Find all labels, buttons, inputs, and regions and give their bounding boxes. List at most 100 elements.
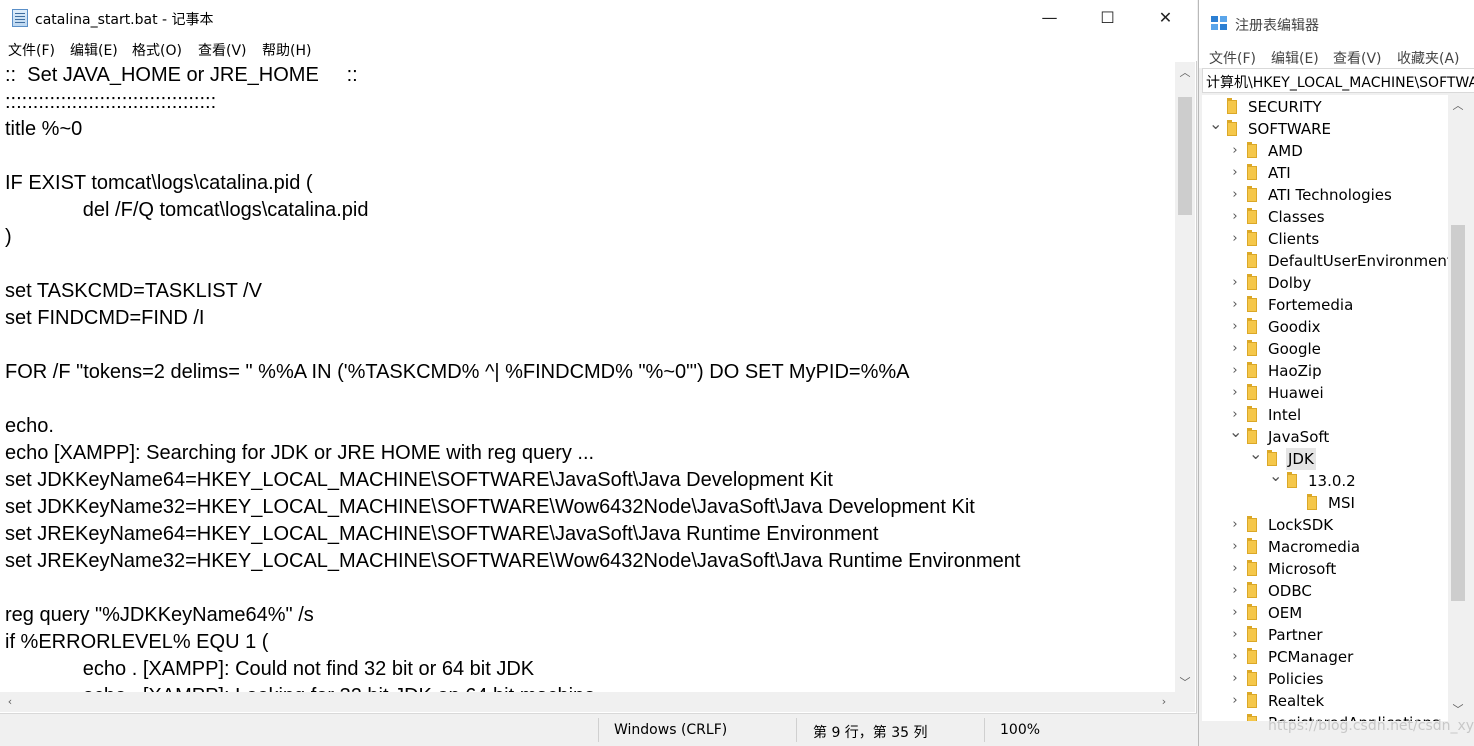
menu-view[interactable]: 查看(V) (198, 40, 247, 60)
text-line[interactable]: del /F/Q tomcat\logs\catalina.pid (5, 197, 369, 224)
tree-node[interactable]: › Huawei (1202, 382, 1448, 404)
text-line[interactable]: set JREKeyName64=HKEY_LOCAL_MACHINE\SOFT… (5, 521, 878, 548)
tree-node[interactable]: › LockSDK (1202, 514, 1448, 536)
expand-chevron-icon[interactable]: › (1229, 340, 1241, 358)
scroll-up-arrow-icon[interactable]: ︿ (1175, 64, 1195, 80)
minimize-button[interactable]: — (1020, 0, 1079, 36)
horizontal-scrollbar[interactable]: ‹ › (0, 692, 1175, 712)
collapse-chevron-icon[interactable]: ⌄ (1229, 423, 1242, 441)
tree-node[interactable]: ⌄ JavaSoft (1202, 423, 1448, 448)
tree-node[interactable]: SECURITY (1202, 96, 1448, 118)
text-line[interactable]: if %ERRORLEVEL% EQU 1 ( (5, 629, 268, 656)
expand-chevron-icon[interactable]: › (1229, 538, 1241, 556)
menu-help[interactable]: 帮助(H) (262, 40, 311, 60)
tree-node[interactable]: › OEM (1202, 602, 1448, 624)
maximize-button[interactable]: ☐ (1078, 0, 1137, 36)
tree-node[interactable]: ⌄ SOFTWARE (1202, 115, 1448, 140)
expand-chevron-icon[interactable]: › (1229, 230, 1241, 248)
collapse-chevron-icon[interactable]: ⌄ (1249, 445, 1262, 463)
expand-chevron-icon[interactable]: › (1229, 142, 1241, 160)
tree-node[interactable]: ⌄ 13.0.2 (1202, 467, 1448, 492)
text-line[interactable]: set FINDCMD=FIND /I (5, 305, 204, 332)
tree-node-label: Huawei (1268, 384, 1324, 402)
expand-chevron-icon[interactable]: › (1229, 296, 1241, 314)
menu-file[interactable]: 文件(F) (8, 40, 55, 60)
expand-chevron-icon[interactable]: › (1229, 670, 1241, 688)
tree-node[interactable]: › Realtek (1202, 690, 1448, 712)
text-line[interactable]: echo . [XAMPP]: Looking for 32 bit JDK o… (5, 683, 596, 692)
tree-node[interactable]: › Goodix (1202, 316, 1448, 338)
tree-vertical-scrollbar[interactable]: ︿ ﹀ (1448, 95, 1468, 721)
text-line[interactable]: reg query "%JDKKeyName64%" /s (5, 602, 314, 629)
text-line[interactable]: title %~0 (5, 116, 82, 143)
expand-chevron-icon[interactable]: › (1229, 318, 1241, 336)
tree-node[interactable]: › Dolby (1202, 272, 1448, 294)
regedit-menu-file[interactable]: 文件(F) (1209, 48, 1256, 68)
tree-scroll-down-arrow-icon[interactable]: ﹀ (1448, 701, 1468, 717)
scroll-right-arrow-icon[interactable]: › (1154, 695, 1174, 708)
text-line[interactable]: echo. (5, 413, 54, 440)
regedit-menu-favorites[interactable]: 收藏夹(A) (1397, 48, 1460, 68)
text-line[interactable]: IF EXIST tomcat\logs\catalina.pid ( (5, 170, 313, 197)
text-line[interactable]: set TASKCMD=TASKLIST /V (5, 278, 262, 305)
expand-chevron-icon[interactable]: › (1229, 516, 1241, 534)
tree-node[interactable]: ⌄ JDK (1202, 445, 1448, 470)
tree-node[interactable]: › PCManager (1202, 646, 1448, 668)
expand-chevron-icon[interactable]: › (1229, 274, 1241, 292)
text-line[interactable]: echo [XAMPP]: Searching for JDK or JRE H… (5, 440, 594, 467)
expand-chevron-icon[interactable]: › (1229, 648, 1241, 666)
text-line[interactable]: :: Set JAVA_HOME or JRE_HOME :: (5, 62, 358, 89)
tree-scroll-up-arrow-icon[interactable]: ︿ (1448, 97, 1468, 113)
tree-node[interactable]: › ODBC (1202, 580, 1448, 602)
expand-chevron-icon[interactable]: › (1229, 208, 1241, 226)
tree-vertical-scroll-thumb[interactable] (1451, 225, 1465, 601)
expand-chevron-icon[interactable]: › (1229, 560, 1241, 578)
tree-node[interactable]: › ATI (1202, 162, 1448, 184)
text-line[interactable]: set JREKeyName32=HKEY_LOCAL_MACHINE\SOFT… (5, 548, 1020, 575)
expand-chevron-icon[interactable]: › (1229, 692, 1241, 710)
regedit-menu-view[interactable]: 查看(V) (1333, 48, 1382, 68)
scroll-left-arrow-icon[interactable]: ‹ (0, 695, 20, 708)
expand-chevron-icon[interactable]: › (1229, 362, 1241, 380)
tree-node[interactable]: › Macromedia (1202, 536, 1448, 558)
vertical-scroll-thumb[interactable] (1178, 97, 1192, 215)
notepad-titlebar[interactable]: catalina_start.bat - 记事本 — ☐ ✕ (0, 0, 1197, 36)
scroll-down-arrow-icon[interactable]: ﹀ (1175, 674, 1195, 690)
collapse-chevron-icon[interactable]: ⌄ (1269, 467, 1282, 485)
tree-node[interactable]: DefaultUserEnvironment (1202, 250, 1448, 272)
regedit-menu-edit[interactable]: 编辑(E) (1271, 48, 1319, 68)
expand-chevron-icon[interactable]: › (1229, 604, 1241, 622)
tree-node[interactable]: › Classes (1202, 206, 1448, 228)
menu-edit[interactable]: 编辑(E) (70, 40, 118, 60)
expand-chevron-icon[interactable]: › (1229, 626, 1241, 644)
tree-node[interactable]: › Policies (1202, 668, 1448, 690)
expand-chevron-icon[interactable]: › (1229, 186, 1241, 204)
text-line[interactable]: FOR /F "tokens=2 delims= " %%A IN ('%TAS… (5, 359, 910, 386)
vertical-scrollbar[interactable]: ︿ ﹀ (1175, 62, 1195, 692)
tree-node[interactable]: › HaoZip (1202, 360, 1448, 382)
tree-node[interactable]: › ATI Technologies (1202, 184, 1448, 206)
collapse-chevron-icon[interactable]: ⌄ (1209, 115, 1222, 133)
text-line[interactable]: ) (5, 224, 12, 251)
tree-node[interactable]: › Partner (1202, 624, 1448, 646)
text-editor-area[interactable]: :: Set JAVA_HOME or JRE_HOME :::::::::::… (2, 62, 1175, 692)
regedit-titlebar[interactable]: 注册表编辑器 (1199, 0, 1474, 44)
expand-chevron-icon[interactable]: › (1229, 384, 1241, 402)
registry-tree[interactable]: SECURITY ⌄ SOFTWARE › AMD › ATI › ATI Technologi… (1202, 95, 1448, 721)
text-line[interactable]: :::::::::::::::::::::::::::::::::::::: (5, 89, 216, 116)
tree-node-label: SECURITY (1248, 98, 1322, 116)
expand-chevron-icon[interactable]: › (1229, 582, 1241, 600)
text-line[interactable]: set JDKKeyName32=HKEY_LOCAL_MACHINE\SOFT… (5, 494, 975, 521)
address-bar[interactable]: 计算机\HKEY_LOCAL_MACHINE\SOFTWARE\JavaSoft… (1202, 68, 1474, 93)
tree-node[interactable]: › Google (1202, 338, 1448, 360)
expand-chevron-icon[interactable]: › (1229, 164, 1241, 182)
close-button[interactable]: ✕ (1136, 0, 1195, 36)
tree-node[interactable]: › AMD (1202, 140, 1448, 162)
tree-node[interactable]: › Clients (1202, 228, 1448, 250)
tree-node[interactable]: › Fortemedia (1202, 294, 1448, 316)
tree-node[interactable]: › Microsoft (1202, 558, 1448, 580)
text-line[interactable]: set JDKKeyName64=HKEY_LOCAL_MACHINE\SOFT… (5, 467, 833, 494)
tree-node[interactable]: MSI (1202, 492, 1448, 514)
menu-format[interactable]: 格式(O) (132, 40, 182, 60)
text-line[interactable]: echo . [XAMPP]: Could not find 32 bit or… (5, 656, 534, 683)
